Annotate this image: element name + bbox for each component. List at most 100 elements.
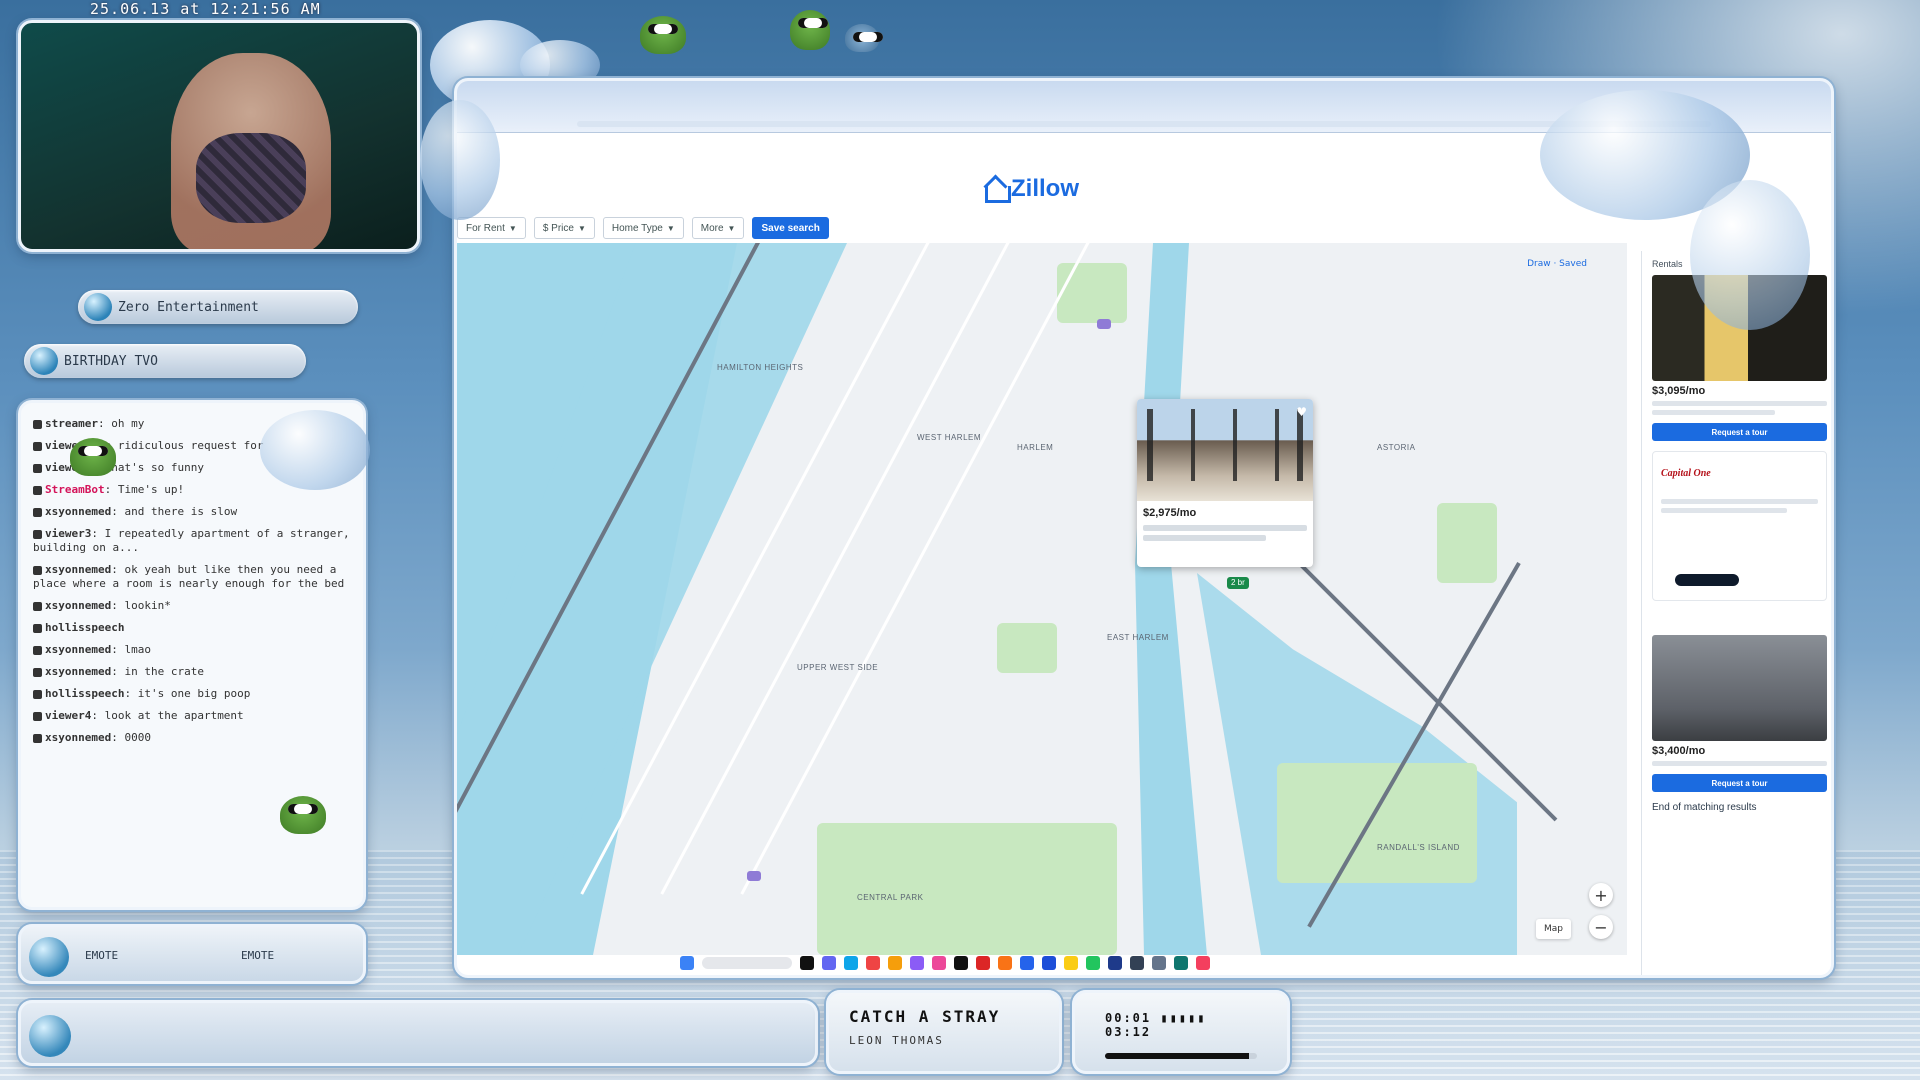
map-label: RANDALL'S ISLAND: [1377, 843, 1460, 852]
listing-pin[interactable]: [1097, 319, 1111, 329]
map-label: HAMILTON HEIGHTS: [717, 363, 804, 372]
address-bar[interactable]: [577, 121, 1711, 127]
filter-more[interactable]: More ▼: [691, 217, 745, 239]
browser-icon[interactable]: [1042, 956, 1056, 970]
badge-icon: [33, 565, 42, 575]
heart-icon[interactable]: ♥: [1296, 405, 1307, 419]
chat-input-bar[interactable]: [18, 1000, 818, 1066]
webcam-frame: [18, 20, 420, 252]
total-time: 03:12: [1105, 1025, 1152, 1039]
listing-marker[interactable]: 2 br: [1227, 577, 1249, 589]
filter-price[interactable]: $ Price ▼: [533, 217, 595, 239]
zillow-logo[interactable]: Zillow: [985, 175, 1079, 203]
frog-emote-icon: [70, 438, 116, 476]
chat-username[interactable]: xsyonnemed: [45, 599, 111, 612]
search-input[interactable]: [702, 957, 792, 969]
request-tour-button[interactable]: Request a tour: [1652, 423, 1827, 441]
app-icon[interactable]: [844, 956, 858, 970]
app-icon[interactable]: [954, 956, 968, 970]
start-icon[interactable]: [680, 956, 694, 970]
app-icon[interactable]: [1020, 956, 1034, 970]
filter-bar: For Rent ▼ $ Price ▼ Home Type ▼ More ▼ Save…: [457, 216, 829, 240]
chat-username[interactable]: StreamBot: [45, 483, 105, 496]
badge-icon: [33, 667, 42, 677]
map-view[interactable]: WEST HARLEM HARLEM EAST HARLEM UPPER WES…: [457, 243, 1627, 955]
streamer-name-pill: Zero Entertainment: [78, 290, 358, 324]
app-icon[interactable]: [1196, 956, 1210, 970]
chat-text: : 0000: [111, 731, 151, 744]
track-title: CATCH A STRAY: [849, 1007, 1001, 1026]
emote-label-right: EMOTE: [241, 949, 275, 962]
badge-icon: [33, 419, 42, 429]
orb-icon: [29, 1015, 71, 1057]
filter-home-type[interactable]: Home Type ▼: [602, 217, 684, 239]
chat-username[interactable]: xsyonnemed: [45, 731, 111, 744]
chat-username[interactable]: xsyonnemed: [45, 505, 111, 518]
filter-for-rent[interactable]: For Rent ▼: [457, 217, 526, 239]
chevron-down-icon: ▼: [666, 223, 675, 233]
app-icon[interactable]: [822, 956, 836, 970]
chat-username[interactable]: xsyonnemed: [45, 563, 111, 576]
chat-username[interactable]: xsyonnemed: [45, 665, 111, 678]
ad-line: [1661, 499, 1818, 504]
badge-icon: [33, 645, 42, 655]
badge-icon: [33, 733, 42, 743]
now-playing-panel: CATCH A STRAY LEON THOMAS: [826, 990, 1062, 1074]
ad-brand: Capital One: [1661, 468, 1711, 479]
end-of-results: End of matching results: [1652, 802, 1757, 813]
folder-icon[interactable]: [888, 956, 902, 970]
listing-card-price: $3,095/mo: [1652, 385, 1706, 397]
listing-card-meta: [1652, 761, 1827, 766]
chevron-down-icon: ▼: [508, 223, 517, 233]
chat-username[interactable]: viewer3: [45, 527, 91, 540]
listing-popup[interactable]: ♥ $2,975/mo: [1137, 399, 1313, 567]
app-icon[interactable]: [1064, 956, 1078, 970]
map-type-select[interactable]: Map: [1536, 919, 1571, 939]
chat-username[interactable]: viewer4: [45, 709, 91, 722]
listing-card-photo[interactable]: [1652, 635, 1827, 741]
request-tour-button[interactable]: Request a tour: [1652, 774, 1827, 792]
chat-username[interactable]: xsyonnemed: [45, 643, 111, 656]
app-icon[interactable]: [866, 956, 880, 970]
chat-username[interactable]: streamer: [45, 417, 98, 430]
progress-bar[interactable]: [1105, 1053, 1257, 1059]
listings-column: Rentals $3,095/mo Request a tour Capital…: [1641, 251, 1831, 975]
ad-card[interactable]: Capital One: [1652, 451, 1827, 601]
app-icon[interactable]: [910, 956, 924, 970]
zoom-in-button[interactable]: +: [1589, 883, 1613, 907]
frog-emote-icon: [845, 24, 883, 52]
app-icon[interactable]: [976, 956, 990, 970]
app-icon[interactable]: [932, 956, 946, 970]
map-label: UPPER WEST SIDE: [797, 663, 879, 672]
app-icon[interactable]: [998, 956, 1012, 970]
follower-pill: BIRTHDAY TVO: [24, 344, 306, 378]
chat-message: xsyonnemed: lookin*: [33, 599, 353, 613]
app-icon[interactable]: [1108, 956, 1122, 970]
app-icon[interactable]: [1086, 956, 1100, 970]
app-icon[interactable]: [1152, 956, 1166, 970]
listing-card-price: $3,400/mo: [1652, 745, 1706, 757]
chat-message: viewer4: look at the apartment: [33, 709, 353, 723]
map-tools[interactable]: Draw · Saved: [1527, 259, 1587, 269]
zoom-out-button[interactable]: −: [1589, 915, 1613, 939]
orb-icon: [30, 347, 58, 375]
track-artist: LEON THOMAS: [849, 1034, 944, 1047]
ad-cta-button[interactable]: [1675, 574, 1739, 586]
listing-card-meta: [1652, 401, 1827, 406]
badge-icon: [33, 463, 42, 473]
track-time-panel: 00:01 ▮▮▮▮▮ 03:12: [1072, 990, 1290, 1074]
chat-message: hollisspeech: it's one big poop: [33, 687, 353, 701]
app-icon[interactable]: [1130, 956, 1144, 970]
listing-card-meta: [1652, 410, 1775, 415]
harlem-river: [1135, 243, 1207, 955]
popup-price: $2,975/mo: [1143, 507, 1197, 519]
app-icon[interactable]: [800, 956, 814, 970]
chat-message: xsyonnemed: lmao: [33, 643, 353, 657]
popup-meta: [1143, 535, 1267, 541]
listing-pin[interactable]: [747, 871, 761, 881]
save-search-button[interactable]: Save search: [752, 217, 829, 239]
ad-line: [1661, 508, 1787, 513]
app-icon[interactable]: [1174, 956, 1188, 970]
chat-username[interactable]: hollisspeech: [45, 621, 124, 634]
chat-username[interactable]: hollisspeech: [45, 687, 124, 700]
